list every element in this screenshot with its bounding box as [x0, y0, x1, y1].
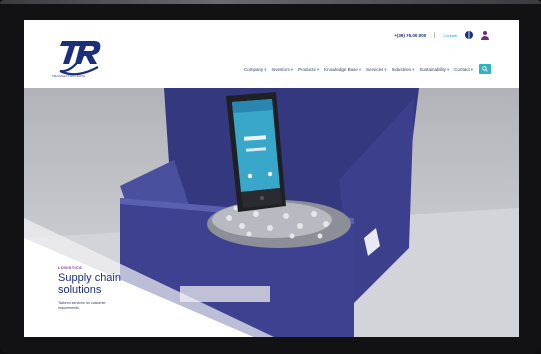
nav-item-label: Products	[298, 67, 316, 72]
hero-banner: LOGISTICS Supply chain solutions Tailore…	[24, 88, 519, 337]
contact-link[interactable]: Contatti	[443, 33, 457, 38]
phone-number[interactable]: +(39) 75.00.000	[394, 33, 426, 38]
nav-item-label: Sustainability	[419, 67, 446, 72]
nav-item-contact[interactable]: Contact▾	[454, 67, 473, 73]
chevron-down-icon: ▾	[316, 67, 320, 72]
chevron-down-icon: ▾	[384, 67, 387, 72]
nav-item-industries[interactable]: Industries▾	[392, 67, 415, 73]
chevron-down-icon: ▾	[470, 67, 473, 72]
utility-separator	[434, 32, 436, 38]
nav-item-label: Investors	[271, 67, 290, 72]
nav-item-label: Contact	[454, 67, 470, 72]
user-icon[interactable]	[481, 30, 489, 40]
nav-item-products[interactable]: Products▾	[298, 67, 319, 73]
nav-item-services[interactable]: Services▾	[366, 67, 387, 73]
site-header: TRANSACTION DATA +(39) 75.00.000 Contatt…	[24, 20, 519, 88]
main-nav: Company▾ Investors▾ Products▾ Knowledge …	[244, 67, 473, 73]
nav-item-label: Company	[243, 67, 264, 72]
browser-viewport: TRANSACTION DATA +(39) 75.00.000 Contatt…	[24, 20, 519, 337]
search-icon	[482, 66, 488, 72]
hero-eyebrow: LOGISTICS	[58, 266, 83, 270]
hero-caption: LOGISTICS Supply chain solutions Tailore…	[58, 266, 168, 310]
nav-item-label: Knowledge Base	[324, 67, 358, 72]
device-frame: TRANSACTION DATA +(39) 75.00.000 Contatt…	[0, 0, 541, 354]
chevron-down-icon: ▾	[264, 67, 267, 72]
chevron-down-icon: ▾	[446, 67, 450, 72]
hero-title-line2: solutions	[58, 283, 102, 296]
chevron-down-icon: ▾	[358, 67, 362, 72]
logo-tagline: TRANSACTION DATA	[52, 74, 86, 78]
hero-title-line1: Supply chain	[58, 272, 121, 284]
nav-item-investors[interactable]: Investors▾	[272, 67, 294, 73]
nav-item-label: Industries	[391, 67, 412, 72]
hero-title: Supply chain solutions	[58, 272, 168, 296]
company-logo[interactable]	[54, 33, 114, 77]
globe-icon[interactable]	[465, 31, 473, 39]
nav-item-sustainability[interactable]: Sustainability▾	[419, 67, 449, 73]
nav-item-label: Services	[366, 67, 384, 72]
chevron-down-icon: ▾	[412, 67, 415, 72]
nav-item-company[interactable]: Company▾	[244, 67, 267, 73]
search-button[interactable]	[479, 64, 491, 74]
utility-bar: +(39) 75.00.000 Contatti	[394, 28, 489, 42]
hero-description: Tailored services for customer requireme…	[58, 301, 106, 310]
nav-item-knowledge-base[interactable]: Knowledge Base▾	[324, 67, 361, 73]
chevron-down-icon: ▾	[290, 67, 294, 72]
